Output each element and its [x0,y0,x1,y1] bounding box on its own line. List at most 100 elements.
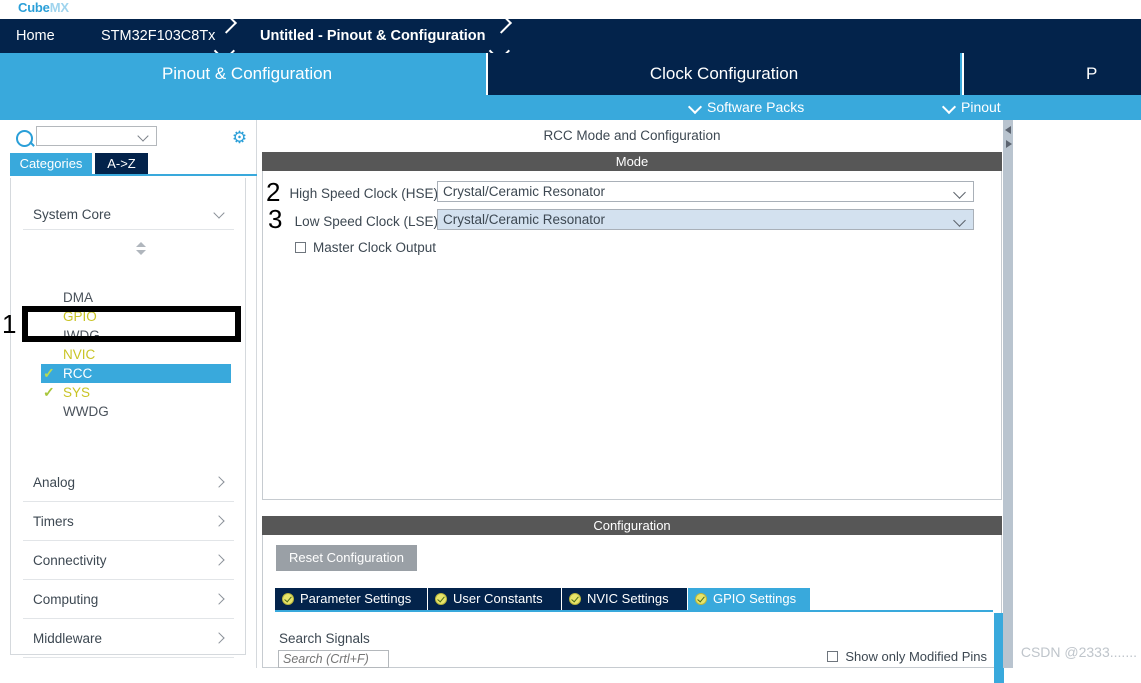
sidebar-item-wwdg[interactable]: WWDG [41,402,231,421]
search-signals-input[interactable] [278,650,389,668]
rcc-configuration-pane: RCC Mode and Configuration Mode High Spe… [258,120,1141,683]
configuration-tab-underline [275,610,993,612]
tab-user-constants[interactable]: User Constants [428,588,561,610]
sidebar-category-connectivity[interactable]: Connectivity [23,541,234,580]
breadcrumb-item-project[interactable]: Untitled - Pinout & Configuration [260,19,486,53]
pinout-menu[interactable]: Pinout [944,95,1001,120]
configuration-section-header: Configuration [262,516,1002,535]
chevron-right-icon [215,556,224,565]
chevron-down-icon [215,210,224,219]
software-packs-label: Software Packs [707,99,805,115]
mode-section-header: Mode [262,152,1002,171]
sidebar-item-sys[interactable]: ✓ SYS [41,383,231,402]
sidebar-group-label: System Core [33,207,112,222]
sidebar-item-label: DMA [63,290,93,305]
sub-toolbar: Software Packs Pinout [0,95,1141,120]
cubemx-logo: CubeMX [18,0,69,15]
mode-section-body: High Speed Clock (HSE) Crystal/Ceramic R… [262,171,1002,500]
lse-dropdown[interactable]: Crystal/Ceramic Resonator [437,209,974,230]
sidebar-search-row: ⚙ [0,124,257,152]
sidebar-search-input[interactable] [36,126,157,146]
search-icon [16,130,33,147]
main-tab-strip: Pinout & Configuration Clock Configurati… [0,53,1141,95]
chevron-down-icon [944,102,955,113]
tab-pinout-configuration[interactable]: Pinout & Configuration [8,53,486,95]
check-icon: ✓ [43,365,55,381]
reset-configuration-button[interactable]: Reset Configuration [276,545,417,571]
chevron-right-icon [215,517,224,526]
check-circle-icon [435,593,447,605]
sidebar-item-iwdg[interactable]: IWDG [41,326,231,345]
chevron-down-icon [690,102,701,113]
collapse-right-icon[interactable] [1003,138,1013,150]
sidebar-item-gpio[interactable]: GPIO [41,307,231,326]
collapse-left-icon[interactable] [1003,124,1013,136]
search-signals-label: Search Signals [279,631,370,646]
logo-mx-text: MX [49,0,69,15]
breadcrumb: Home STM32F103C8Tx Untitled - Pinout & C… [0,19,1141,53]
sidebar-category-label: Analog [33,475,76,490]
sidebar-item-label: WWDG [63,404,109,419]
breadcrumb-chevron-icon [497,23,510,49]
pinout-label: Pinout [961,99,1001,115]
sidebar-tab-underline [10,174,257,176]
master-clock-output-row[interactable]: Master Clock Output [295,239,436,257]
chevron-right-icon [215,478,224,487]
show-modified-pins-label: Show only Modified Pins [845,649,987,664]
sidebar-group-system-core[interactable]: System Core [23,200,234,230]
breadcrumb-chevron-icon [222,23,235,49]
sidebar-category-middleware[interactable]: Middleware [23,619,234,658]
sidebar-item-rcc[interactable]: ✓ RCC [41,364,231,383]
tab-clock-configuration[interactable]: Clock Configuration [486,53,960,95]
sidebar-category-computing[interactable]: Computing [23,580,234,619]
sidebar-category-label: Middleware [33,631,103,646]
chevron-right-icon [215,634,224,643]
vertical-splitter[interactable] [1003,120,1013,668]
hse-label: High Speed Clock (HSE) [289,186,438,201]
sidebar-item-label: RCC [63,366,93,381]
tab-project-manager[interactable]: P [962,53,1141,95]
page-title: RCC Mode and Configuration [543,128,721,143]
sidebar-item-label: SYS [63,385,91,400]
sidebar-category-label: Computing [33,592,99,607]
breadcrumb-item-device[interactable]: STM32F103C8Tx [101,19,215,53]
show-modified-pins-row[interactable]: Show only Modified Pins [827,648,987,666]
software-packs-menu[interactable]: Software Packs [690,95,804,120]
tab-label: Parameter Settings [300,591,412,606]
sidebar-item-label: NVIC [63,347,96,362]
tab-categories[interactable]: Categories [10,153,92,174]
gear-icon[interactable]: ⚙ [231,129,248,146]
hse-dropdown[interactable]: Crystal/Ceramic Resonator [437,181,974,202]
sidebar-scroll-nub[interactable] [135,242,148,256]
lse-label: Low Speed Clock (LSE) [294,214,438,229]
sidebar-body: System Core DMA GPIO IWDG NVIC ✓ RCC ✓ S… [10,178,246,658]
sidebar-category-analog[interactable]: Analog [23,463,234,502]
tab-parameter-settings[interactable]: Parameter Settings [275,588,427,610]
sidebar-item-dma[interactable]: DMA [41,288,231,307]
tab-label: NVIC Settings [587,591,669,606]
check-circle-icon [569,593,581,605]
sidebar-item-nvic[interactable]: NVIC [41,345,231,364]
watermark: CSDN @2333....... [1020,644,1137,660]
check-circle-icon [282,593,294,605]
master-clock-output-checkbox[interactable] [295,242,306,253]
tab-a-to-z[interactable]: A->Z [95,153,148,174]
logo-cube-text: Cube [18,0,50,15]
tab-gpio-settings[interactable]: GPIO Settings [688,588,810,610]
configuration-section-body: Reset Configuration Parameter Settings U… [262,535,1004,683]
peripherals-sidebar: ⚙ Categories A->Z System Core DMA GPIO I… [0,120,257,668]
sidebar-item-label: GPIO [63,309,97,324]
sidebar-category-label: Timers [33,514,74,529]
sidebar-tabs: Categories A->Z [10,153,257,174]
breadcrumb-item-home[interactable]: Home [16,19,55,53]
sidebar-category-label: Connectivity [33,553,107,568]
brand-bar: CubeMX [0,0,1141,19]
sidebar-category-timers[interactable]: Timers [23,502,234,541]
chevron-down-icon [955,216,965,226]
show-modified-pins-checkbox[interactable] [827,651,839,662]
chevron-right-icon [215,595,224,604]
tab-nvic-settings[interactable]: NVIC Settings [562,588,687,610]
tab-label: GPIO Settings [713,591,797,606]
tab-label: User Constants [453,591,543,606]
chevron-down-icon [139,132,148,141]
